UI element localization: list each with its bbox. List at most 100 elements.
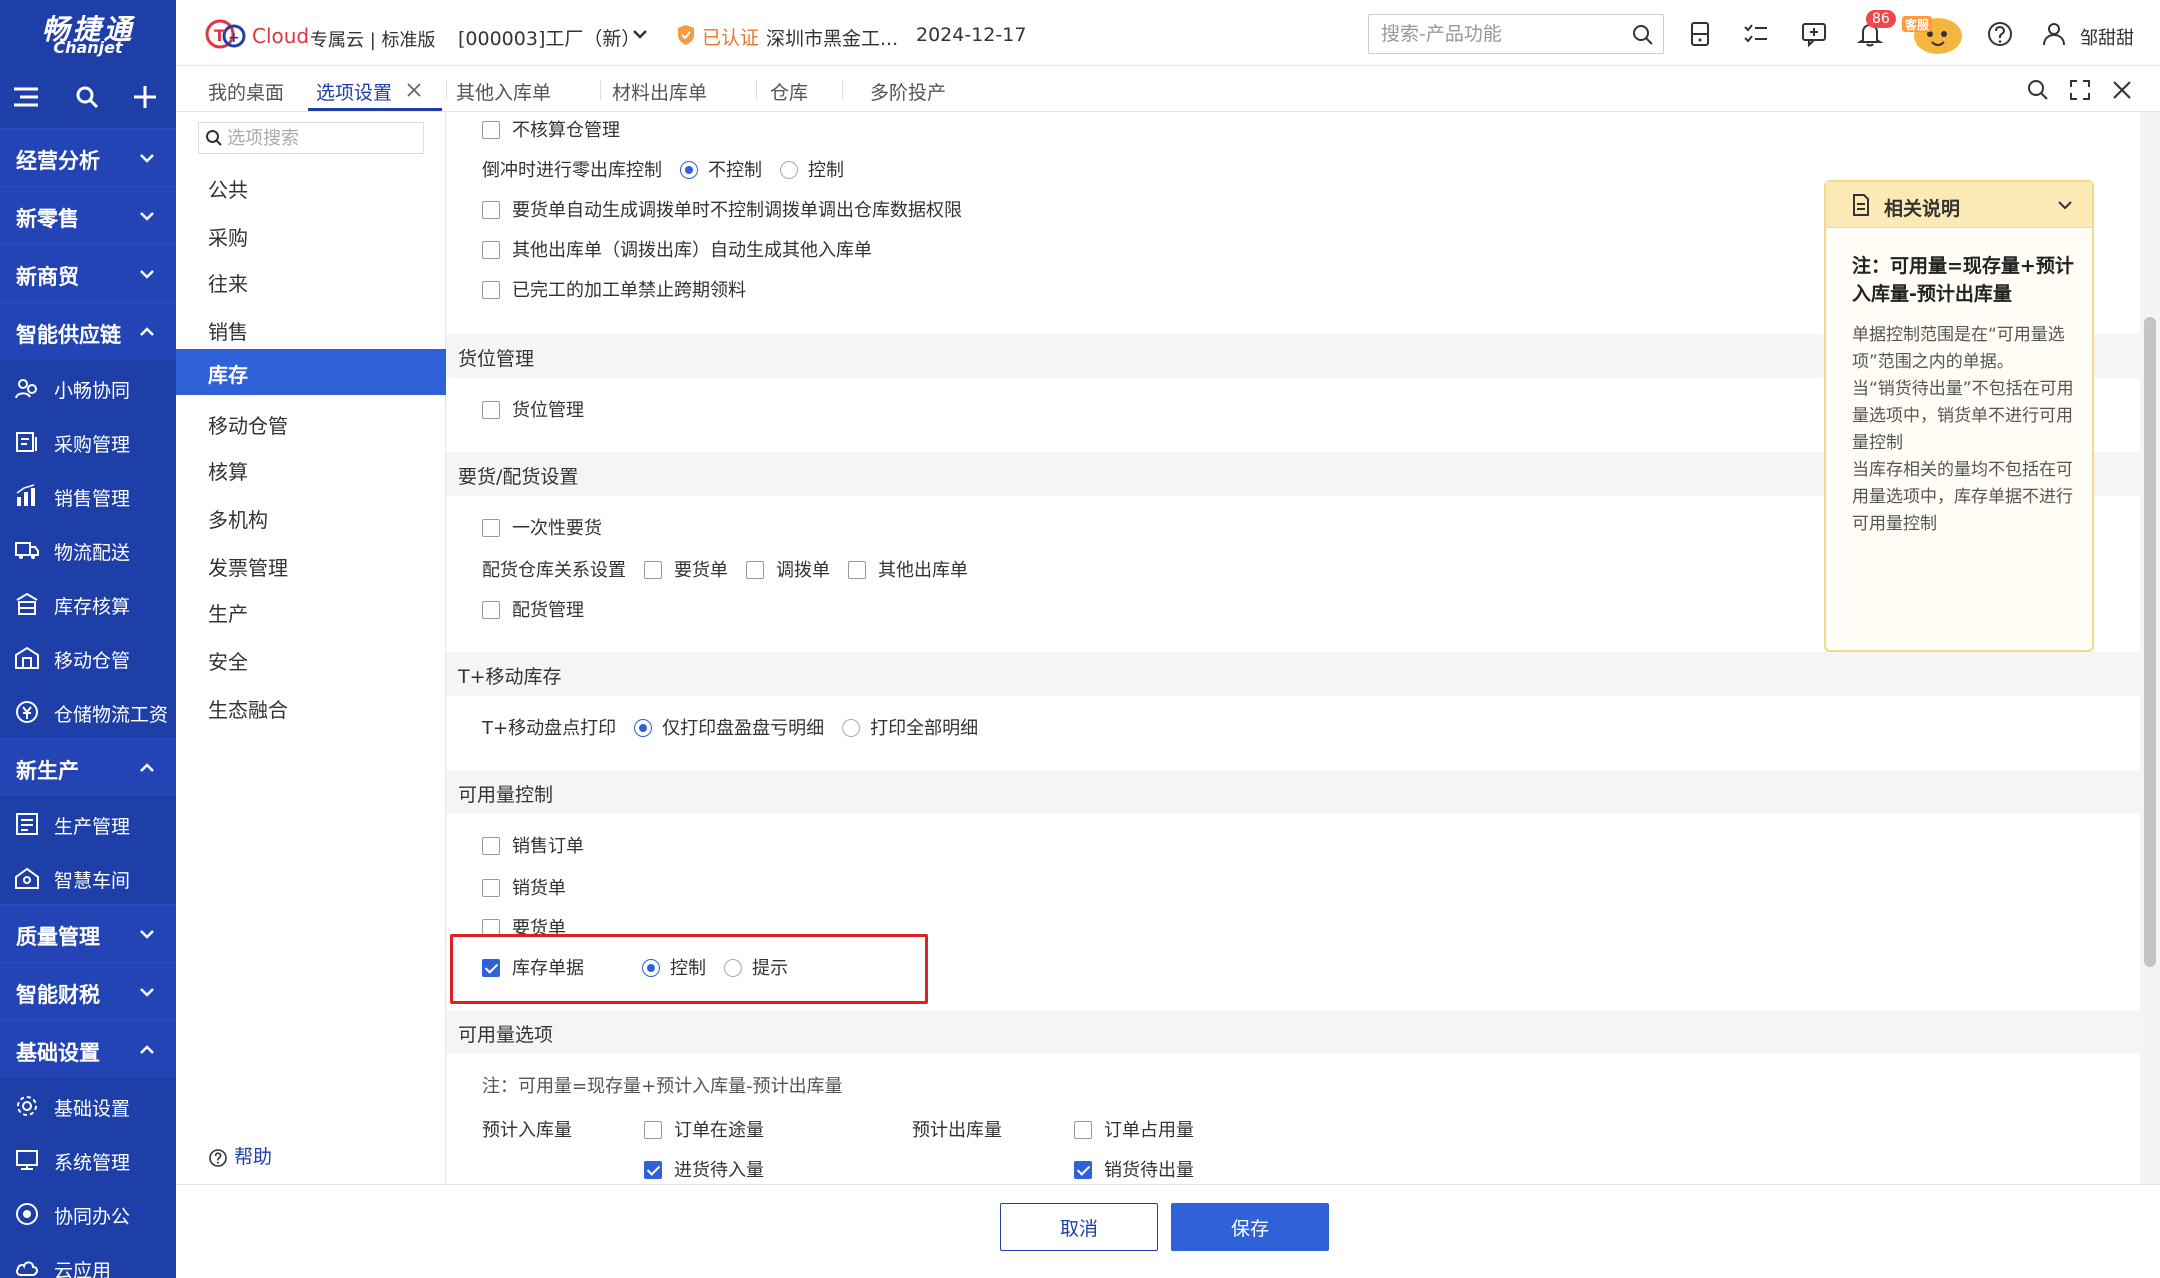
option-yicixing[interactable]: 一次性要货 bbox=[482, 514, 602, 540]
checkbox[interactable] bbox=[482, 401, 500, 419]
tab-warehouse[interactable]: 仓库 bbox=[770, 78, 808, 105]
option-yjrk-onway[interactable]: 订单在途量 bbox=[644, 1116, 764, 1142]
option-yjrk-pending[interactable]: 进货待入量 bbox=[644, 1156, 764, 1182]
checkbox[interactable] bbox=[746, 561, 764, 579]
checkbox[interactable] bbox=[644, 561, 662, 579]
category-item[interactable]: 多机构 bbox=[176, 494, 446, 540]
nav-item-cangchu[interactable]: 仓储物流工资 bbox=[0, 684, 176, 738]
radio-mobile-diff[interactable] bbox=[634, 719, 653, 737]
search-icon[interactable] bbox=[2026, 78, 2050, 102]
menu-icon[interactable] bbox=[12, 84, 40, 110]
nav-item-kucun[interactable]: 库存核算 bbox=[0, 576, 176, 630]
option-jiagong[interactable]: 已完工的加工单禁止跨期领料 bbox=[482, 276, 746, 302]
category-item[interactable]: 发票管理 bbox=[176, 542, 446, 588]
nav-item-yunyingyong[interactable]: 云应用 bbox=[0, 1240, 176, 1278]
checkbox[interactable] bbox=[482, 879, 500, 897]
checkbox-checked[interactable] bbox=[644, 1161, 662, 1179]
category-item[interactable]: 生产 bbox=[176, 588, 446, 634]
option-yjck-pending[interactable]: 销货待出量 bbox=[1074, 1156, 1194, 1182]
brand-logo[interactable]: 畅捷通 Chanjet bbox=[0, 0, 176, 66]
explanation-card-header[interactable]: 相关说明 bbox=[1826, 182, 2092, 228]
option-other-out[interactable]: 其他出库单（调拨出库）自动生成其他入库单 bbox=[482, 236, 872, 262]
nav-group-xinshangmao[interactable]: 新商贸 bbox=[0, 244, 176, 302]
category-item[interactable]: 核算 bbox=[176, 446, 446, 492]
checkbox[interactable] bbox=[644, 1121, 662, 1139]
search-icon[interactable] bbox=[1631, 23, 1655, 47]
nav-group-zhiliang[interactable]: 质量管理 bbox=[0, 904, 176, 962]
cancel-button[interactable]: 取消 bbox=[1000, 1203, 1158, 1251]
category-item[interactable]: 往来 bbox=[176, 258, 446, 304]
option-peihuo[interactable]: 配货管理 bbox=[482, 596, 584, 622]
nav-group-caishui[interactable]: 智能财税 bbox=[0, 962, 176, 1020]
option-nohesuan[interactable]: 不核算仓管理 bbox=[482, 116, 620, 142]
checkbox[interactable] bbox=[482, 201, 500, 219]
calculator-icon[interactable] bbox=[1686, 20, 1714, 48]
nav-item-caigou[interactable]: 采购管理 bbox=[0, 414, 176, 468]
tab-multi-stage[interactable]: 多阶投产 bbox=[870, 78, 946, 105]
checkbox[interactable] bbox=[482, 121, 500, 139]
checkbox-checked[interactable] bbox=[1074, 1161, 1092, 1179]
radio-chongjian-nocontrol[interactable] bbox=[680, 161, 698, 179]
nav-group-gongyinglian[interactable]: 智能供应链 bbox=[0, 302, 176, 360]
nav-group-jingying[interactable]: 经营分析 bbox=[0, 128, 176, 186]
product-search-input[interactable] bbox=[1369, 15, 1609, 53]
help-circle-icon[interactable] bbox=[1986, 20, 2014, 48]
category-item[interactable]: 采购 bbox=[176, 212, 446, 258]
tab-options[interactable]: 选项设置 bbox=[316, 78, 392, 105]
company-selector[interactable]: [000003]工厂（新） bbox=[458, 24, 640, 51]
radio-mobile-all[interactable] bbox=[842, 719, 861, 737]
category-item[interactable]: 生态融合 bbox=[176, 684, 446, 730]
plus-icon[interactable] bbox=[132, 84, 158, 110]
nav-group-jichu[interactable]: 基础设置 bbox=[0, 1020, 176, 1078]
nav-item-chejian[interactable]: 智慧车间 bbox=[0, 850, 176, 904]
option-search[interactable] bbox=[198, 122, 424, 154]
option-yaohuo-permission[interactable]: 要货单自动生成调拨单时不控制调拨单调出仓库数据权限 bbox=[482, 196, 962, 222]
option-xsd[interactable]: 销货单 bbox=[482, 874, 566, 900]
checkbox[interactable] bbox=[482, 601, 500, 619]
nav-item-xitong[interactable]: 系统管理 bbox=[0, 1132, 176, 1186]
checkbox[interactable] bbox=[482, 837, 500, 855]
option-search-input[interactable] bbox=[199, 123, 389, 153]
fullscreen-icon[interactable] bbox=[2068, 78, 2092, 102]
help-link[interactable]: 帮助 bbox=[208, 1142, 272, 1169]
tab-desktop[interactable]: 我的桌面 bbox=[208, 78, 284, 105]
category-item-active[interactable]: 库存 bbox=[176, 349, 446, 395]
option-xsdd[interactable]: 销售订单 bbox=[482, 832, 584, 858]
nav-item-shengchan[interactable]: 生产管理 bbox=[0, 796, 176, 850]
nav-item-xietong[interactable]: 协同办公 bbox=[0, 1186, 176, 1240]
chevron-down-icon[interactable] bbox=[630, 24, 650, 44]
save-button[interactable]: 保存 bbox=[1171, 1203, 1329, 1251]
checkbox[interactable] bbox=[482, 519, 500, 537]
user-icon[interactable] bbox=[2040, 20, 2068, 48]
checklist-icon[interactable] bbox=[1742, 20, 1770, 48]
message-icon[interactable] bbox=[1800, 20, 1828, 48]
chevron-down-icon[interactable] bbox=[2056, 196, 2074, 214]
nav-item-yidong[interactable]: 移动仓管 bbox=[0, 630, 176, 684]
option-huowei[interactable]: 货位管理 bbox=[482, 396, 584, 422]
product-search[interactable] bbox=[1368, 14, 1664, 54]
user-name[interactable]: 邹甜甜 bbox=[2080, 24, 2134, 50]
tab-other-in[interactable]: 其他入库单 bbox=[456, 78, 551, 105]
scrollbar-thumb[interactable] bbox=[2144, 317, 2156, 967]
checkbox[interactable] bbox=[482, 241, 500, 259]
nav-item-xiaochang[interactable]: 小畅协同 bbox=[0, 360, 176, 414]
tab-material-out[interactable]: 材料出库单 bbox=[612, 78, 707, 105]
option-yjck-occupied[interactable]: 订单占用量 bbox=[1074, 1116, 1194, 1142]
nav-item-wuliu[interactable]: 物流配送 bbox=[0, 522, 176, 576]
search-icon[interactable] bbox=[74, 84, 100, 110]
close-icon[interactable] bbox=[2110, 78, 2134, 102]
checkbox[interactable] bbox=[482, 281, 500, 299]
customer-service-mascot-icon[interactable]: 客服 bbox=[1900, 10, 1970, 56]
category-item[interactable]: 安全 bbox=[176, 636, 446, 682]
close-icon[interactable] bbox=[406, 82, 422, 98]
nav-item-jichushezhi[interactable]: 基础设置 bbox=[0, 1078, 176, 1132]
radio-chongjian-control[interactable] bbox=[780, 161, 798, 179]
category-item[interactable]: 公共 bbox=[176, 164, 446, 210]
vertical-scrollbar[interactable] bbox=[2140, 112, 2160, 1184]
checkbox[interactable] bbox=[848, 561, 866, 579]
category-item[interactable]: 销售 bbox=[176, 306, 446, 352]
category-item[interactable]: 移动仓管 bbox=[176, 400, 446, 446]
nav-group-xinshengchan[interactable]: 新生产 bbox=[0, 738, 176, 796]
nav-item-xiaoshou[interactable]: 销售管理 bbox=[0, 468, 176, 522]
checkbox[interactable] bbox=[1074, 1121, 1092, 1139]
